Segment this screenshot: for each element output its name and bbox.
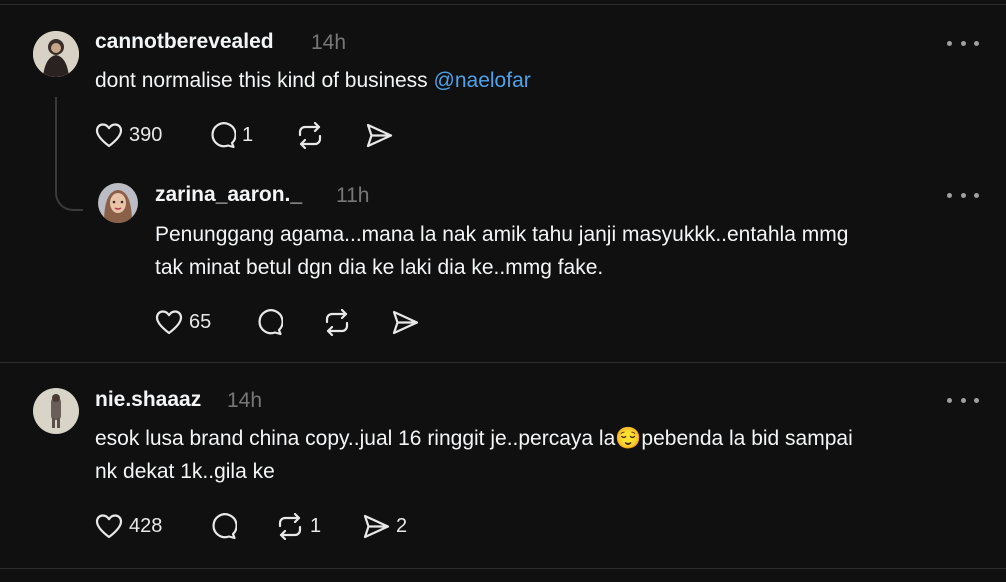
avatar[interactable] [33,31,79,77]
share-button[interactable] [365,122,393,149]
timestamp: 11h [336,184,370,207]
timestamp: 14h [227,389,263,412]
timestamp: 14h [311,31,347,54]
share-icon [366,123,393,148]
repost-icon [278,513,302,540]
comment-text: dont normalise this kind of business @na… [95,64,531,97]
comment-text-line: nk dekat 1k..gila ke [95,460,275,483]
username[interactable]: nie.shaaaz [95,388,201,412]
more-icon[interactable] [947,33,979,53]
avatar[interactable] [98,183,138,223]
comment-text-line: esok lusa brand china copy..jual 16 ring… [95,422,853,455]
comment-body: dont normalise this kind of business [95,69,428,92]
share-button[interactable]: 2 [362,513,407,540]
reply-count: 1 [242,124,254,146]
comment-body: pebenda la bid sampai [641,427,853,450]
username[interactable]: cannotberevealed [95,30,274,54]
repost-button[interactable] [296,122,324,149]
reply-button[interactable] [209,513,237,540]
like-button[interactable]: 428 [95,513,162,539]
mention-link[interactable]: @naelofar [434,69,531,92]
comment-text-line: Penunggang agama...mana la nak amik tahu… [155,223,849,246]
comment-icon [211,122,236,149]
comment-text-line: tak minat betul dgn dia ke laki dia ke..… [155,256,604,279]
like-count: 65 [189,310,212,333]
relieved-emoji: 😌 [615,427,642,450]
like-button[interactable]: 390 [95,122,162,148]
more-icon[interactable] [947,185,979,205]
username[interactable]: zarina_aaron._ [155,183,302,207]
top-divider [0,4,1006,5]
repost-icon [298,122,322,149]
like-count: 390 [129,123,163,146]
reply-button[interactable]: 1 [208,122,253,149]
heart-icon [95,123,123,148]
comment-body: esok lusa brand china copy..jual 16 ring… [95,427,616,450]
repost-icon [325,309,349,336]
bottom-divider [0,568,1006,569]
share-button[interactable] [391,309,419,336]
reply-button[interactable] [255,309,283,336]
comment-icon [258,309,283,336]
heart-icon [95,514,123,539]
repost-button[interactable] [323,309,351,336]
repost-count: 1 [310,515,322,537]
share-icon [392,310,419,335]
comment-icon [212,513,237,540]
thread-connector [55,97,83,211]
more-icon[interactable] [947,390,979,410]
share-count: 2 [396,515,408,537]
like-button[interactable]: 65 [155,309,211,335]
share-icon [363,514,390,539]
repost-button[interactable]: 1 [276,513,321,540]
thread-divider [0,362,1006,363]
avatar[interactable] [33,388,79,434]
heart-icon [155,310,183,335]
like-count: 428 [129,514,163,537]
